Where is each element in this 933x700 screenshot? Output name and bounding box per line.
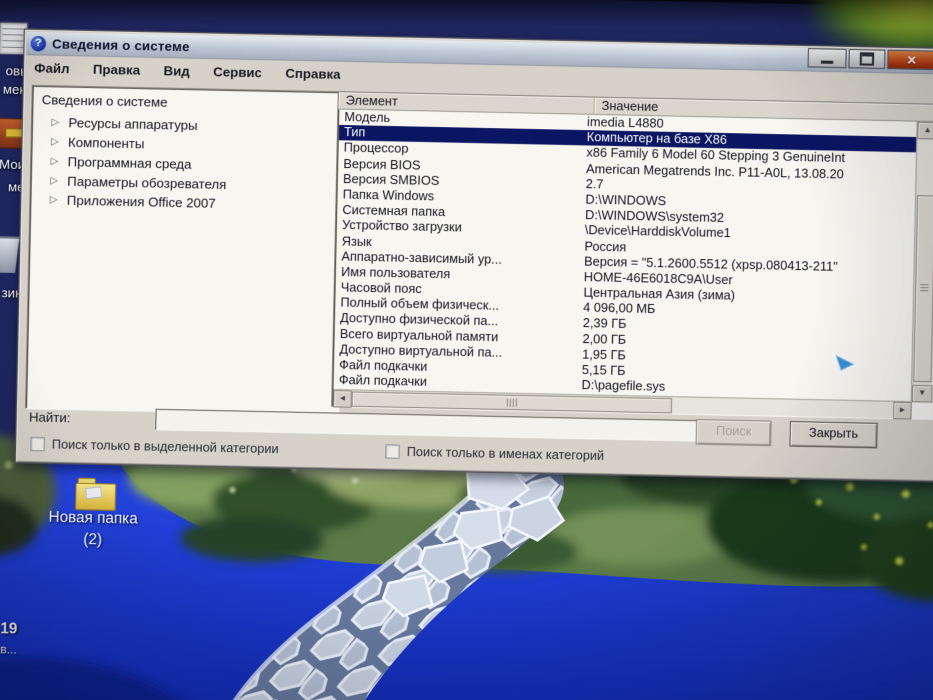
close-button[interactable]: ✕: [887, 49, 933, 71]
tree-item-label: Компоненты: [67, 134, 145, 152]
desktop: овь мен Мои ме зин Новая папка (2) -19 е…: [0, 0, 933, 700]
search-category-names-option[interactable]: Поиск только в именах категорий: [385, 444, 604, 463]
system-info-window: ? Сведения о системе ✕ Файл Правка Вид Серв…: [14, 28, 933, 483]
scroll-down-icon[interactable]: ▼: [911, 384, 933, 403]
icon-label-fragment[interactable]: е в...: [0, 641, 17, 657]
checkbox-icon[interactable]: [385, 444, 400, 459]
maximize-icon: [859, 52, 875, 66]
category-tree-pane: Сведения о системе ▷ Ресурсы аппаратуры …: [25, 84, 346, 416]
vertical-scroll-thumb[interactable]: [913, 194, 933, 383]
scroll-up-icon[interactable]: ▲: [917, 121, 933, 140]
expand-icon[interactable]: ▷: [50, 194, 58, 205]
screen: овь мен Мои ме зин Новая папка (2) -19 е…: [0, 0, 933, 700]
expand-icon[interactable]: ▷: [51, 156, 59, 167]
tree-root-item[interactable]: Сведения о системе: [42, 92, 339, 114]
thumb-grip-icon: [506, 398, 517, 408]
scroll-right-icon[interactable]: ►: [893, 401, 912, 420]
find-input[interactable]: [155, 408, 703, 442]
thumb-grip-icon: [920, 284, 929, 293]
checkbox-label: Поиск только в выделенной категории: [51, 437, 279, 457]
help-icon: ?: [30, 35, 47, 51]
new-folder-label[interactable]: Новая папка: [11, 508, 175, 529]
scroll-left-icon[interactable]: ◄: [333, 390, 352, 408]
minimize-icon: [820, 60, 834, 64]
new-folder-count[interactable]: (2): [11, 529, 175, 550]
horizontal-scroll-thumb[interactable]: [351, 391, 672, 414]
maximize-button[interactable]: [848, 48, 886, 70]
window-title: Сведения о системе: [51, 35, 190, 54]
tree-item-label: Приложения Office 2007: [66, 192, 216, 212]
menu-item[interactable]: Файл: [34, 60, 70, 84]
menu-item[interactable]: Вид: [163, 63, 189, 87]
checkbox-label: Поиск только в именах категорий: [406, 444, 605, 464]
list-rows: Модель imedia L4880 Тип Компьютер на баз…: [333, 109, 918, 403]
close-dialog-button[interactable]: Закрыть: [789, 421, 878, 449]
search-selected-category-option[interactable]: Поиск только в выделенной категории: [30, 436, 279, 457]
mouse-cursor-icon: [835, 354, 855, 371]
expand-icon[interactable]: ▷: [50, 175, 58, 186]
find-label: Найти:: [28, 409, 71, 426]
search-button[interactable]: Поиск: [695, 419, 772, 447]
icon-label-fragment[interactable]: -19: [0, 619, 18, 638]
expand-icon[interactable]: ▷: [51, 136, 59, 147]
tree-item-label: Параметры обозревателя: [67, 173, 227, 192]
folder-paper: [84, 486, 103, 500]
expand-icon[interactable]: ▷: [51, 117, 59, 128]
tree-item-label: Программная среда: [67, 153, 192, 172]
menu-item[interactable]: Правка: [93, 62, 140, 86]
minimize-button[interactable]: [807, 48, 847, 69]
menu-item[interactable]: Сервис: [213, 64, 262, 88]
checkbox-icon[interactable]: [30, 436, 45, 452]
menu-item[interactable]: Справка: [285, 66, 341, 91]
tree-items: ▷ Ресурсы аппаратуры ▷ Компоненты ▷ Прог…: [36, 113, 338, 216]
tree-item-label: Ресурсы аппаратуры: [68, 115, 198, 134]
